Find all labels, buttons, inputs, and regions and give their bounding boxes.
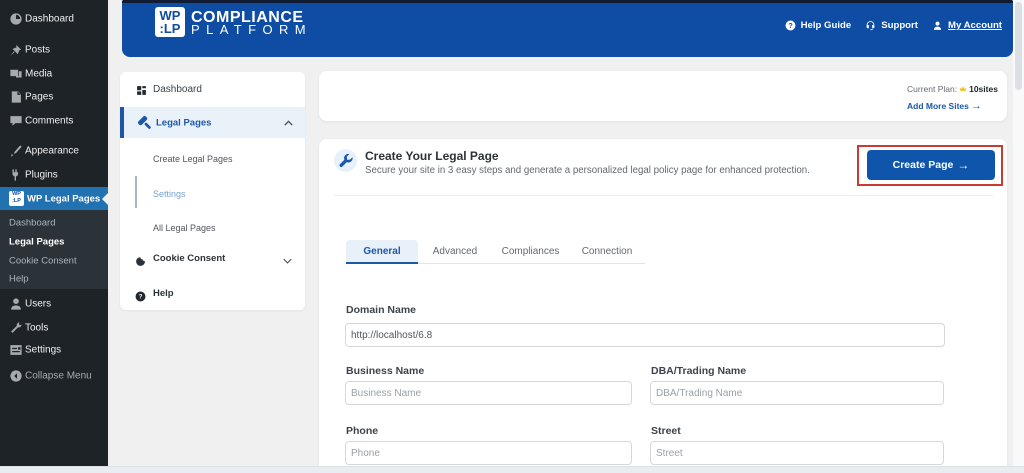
- svg-text:?: ?: [788, 22, 792, 30]
- svg-text:?: ?: [139, 294, 143, 301]
